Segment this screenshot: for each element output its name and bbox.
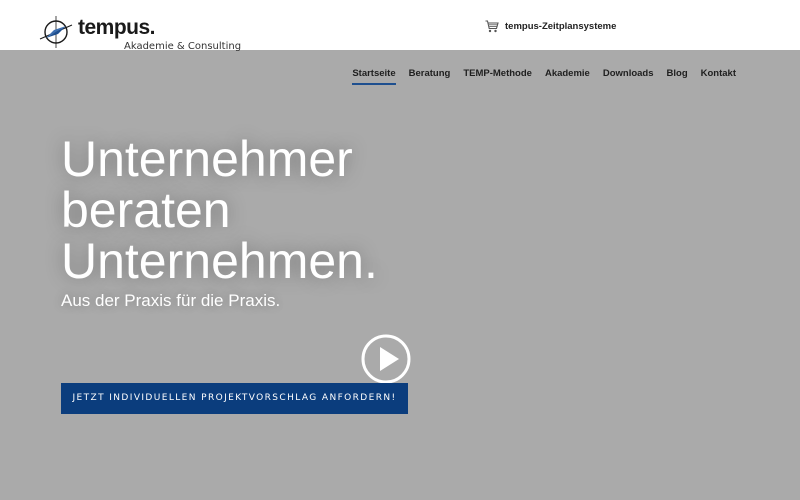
hero-subtitle: Aus der Praxis für die Praxis. — [61, 291, 281, 310]
nav-item-akademie[interactable]: Akademie — [545, 68, 590, 85]
nav-item-downloads[interactable]: Downloads — [603, 68, 654, 85]
hero-title: Unternehmer beraten Unternehmen. — [61, 131, 378, 289]
nav-item-kontakt[interactable]: Kontakt — [701, 68, 736, 85]
main-navigation: Startseite Beratung TEMP-Methode Akademi… — [352, 68, 736, 85]
nav-item-blog[interactable]: Blog — [667, 68, 688, 85]
shop-link[interactable]: tempus-Zeitplansysteme — [485, 20, 616, 33]
video-play-button[interactable] — [361, 334, 411, 384]
nav-item-startseite[interactable]: Startseite — [352, 68, 396, 85]
request-proposal-button[interactable]: JETZT INDIVIDUELLEN PROJEKTVORSCHLAG ANF… — [61, 383, 408, 414]
compass-logo-icon — [39, 16, 73, 48]
shop-link-label: tempus-Zeitplansysteme — [505, 21, 617, 32]
nav-item-temp-methode[interactable]: TEMP-Methode — [463, 68, 532, 85]
logo-wordmark: tempus. — [78, 16, 156, 39]
top-header: tempus. Akademie & Consulting tempus-Zei… — [0, 0, 800, 52]
play-icon — [361, 334, 411, 384]
nav-item-beratung[interactable]: Beratung — [409, 68, 451, 85]
logo-subtitle: Akademie & Consulting — [124, 41, 242, 52]
cart-icon — [485, 20, 499, 33]
site-logo[interactable]: tempus. Akademie & Consulting — [38, 12, 242, 54]
